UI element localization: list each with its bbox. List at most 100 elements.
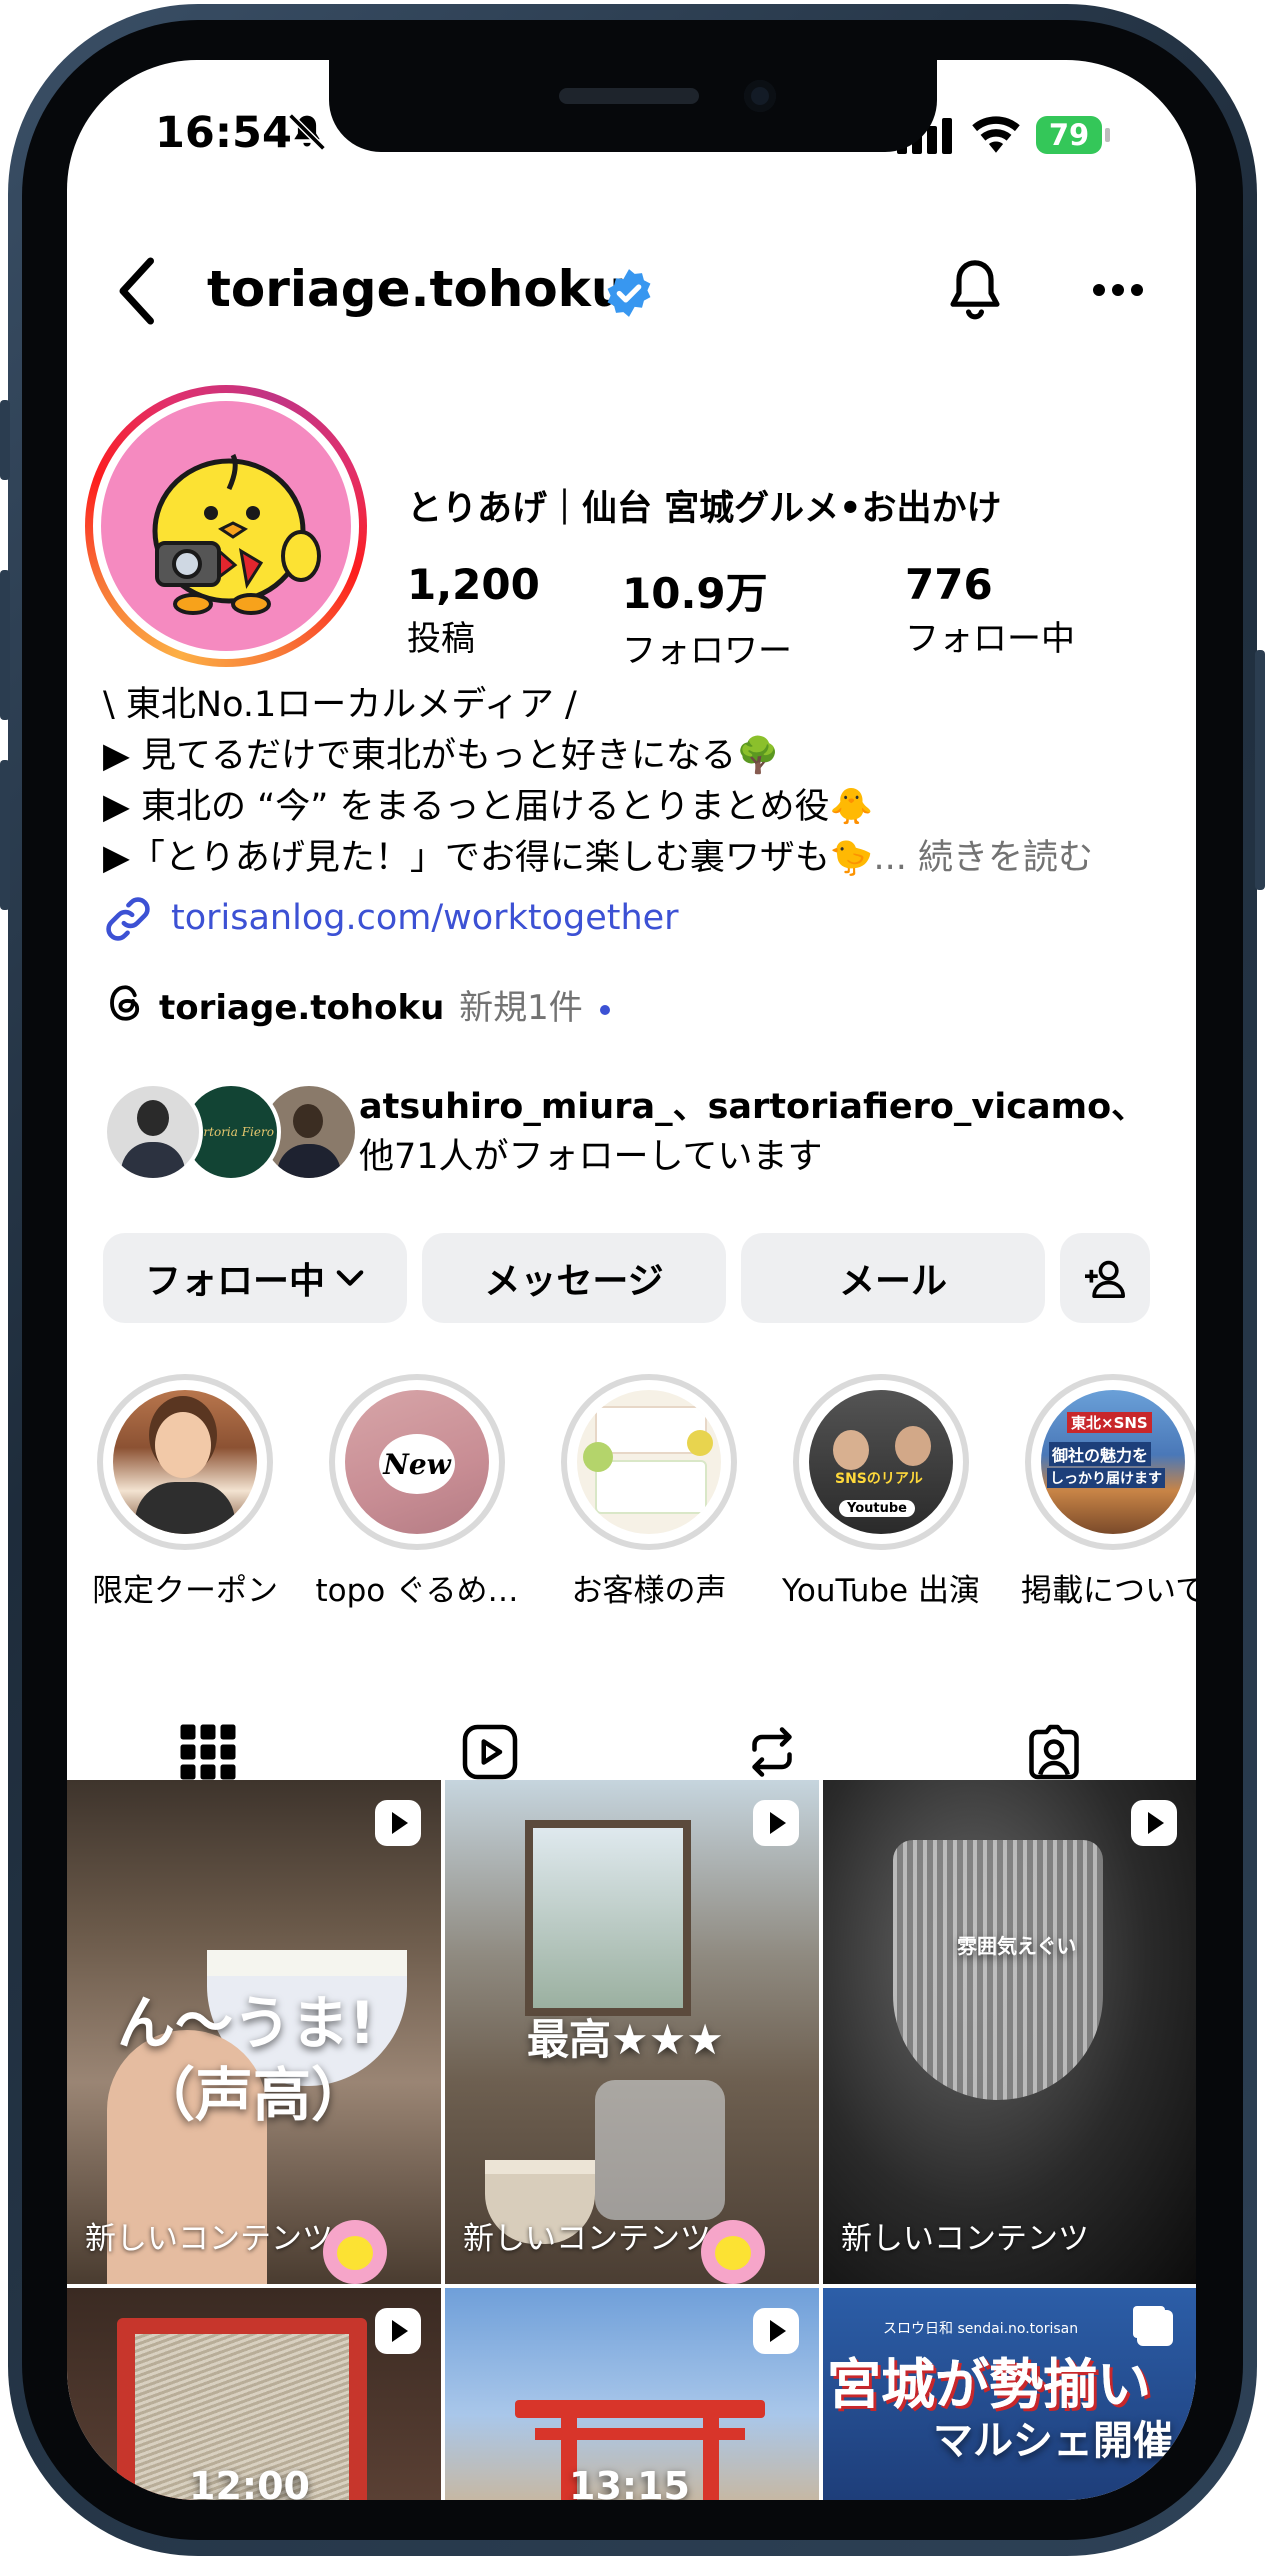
highlight-youtube[interactable]: SNSのリアル Youtube <box>793 1374 969 1550</box>
person-body <box>277 1144 341 1178</box>
post-overlay-text: 最高★★★ <box>527 2015 724 2064</box>
highlight-coupon[interactable] <box>97 1374 273 1550</box>
stat-followers[interactable]: 10.9万 フォロワー <box>622 560 792 672</box>
highlight-overlay-text: しっかり届けます <box>1047 1468 1165 1488</box>
person-body <box>121 1142 185 1178</box>
youtube-badge-text: Youtube <box>847 1501 907 1516</box>
post-tile[interactable]: 13:15 <box>445 2288 819 2500</box>
new-badge: New <box>379 1434 455 1494</box>
highlight-topo[interactable]: New <box>329 1374 505 1550</box>
leaf <box>687 1430 713 1456</box>
post-caption: 新しいコンテンツ <box>85 2221 333 2257</box>
side-button <box>0 760 10 910</box>
highlight-overlay-text: 御社の魅力を <box>1049 1442 1152 1466</box>
followed-by-line: atsuhiro_miura_、sartoriafiero_vicamo、 <box>359 1087 1147 1127</box>
avatar-image <box>101 401 351 651</box>
card <box>595 1460 707 1514</box>
bio-line: ▶「とりあげ見た！」でお得に楽しむ裏ワザも🐤 <box>103 838 874 878</box>
mutual-avatar <box>103 1082 203 1182</box>
followed-by-text[interactable]: atsuhiro_miura_、sartoriafiero_vicamo、 他7… <box>359 1082 1146 1182</box>
side-button <box>0 570 10 720</box>
bio: \ 東北No.1ローカルメディア / ▶ 見てるだけで東北がもっと好きになる🌳 … <box>103 680 1093 884</box>
following-button-label: フォロー中 <box>144 1261 325 1302</box>
battery-indicator: 79 <box>1036 116 1102 154</box>
person-head <box>293 1104 323 1138</box>
highlight-label: 掲載について <box>1021 1573 1196 1609</box>
post-overlay-text: （声高） <box>137 2061 370 2129</box>
highlight-overlay-text: 東北×SNS <box>1067 1412 1152 1433</box>
person-head <box>155 1412 211 1478</box>
header-username[interactable]: toriage.tohoku <box>207 260 627 318</box>
add-person-icon <box>1085 1260 1125 1298</box>
highlight-label: 限定クーポン <box>92 1573 278 1609</box>
post-time: 13:15 <box>569 2464 690 2500</box>
email-button-label: メール <box>838 1261 947 1302</box>
screen: 16:54 79 toriage.tohoku とりあげ｜仙台 宮城グルメ•お出… <box>67 60 1196 2500</box>
stat-posts-value: 1,200 <box>407 560 540 609</box>
multi-post-icon <box>1137 2310 1173 2346</box>
highlight-label: topo ぐるめ… <box>315 1573 519 1609</box>
highlight-image: SNSのリアル Youtube <box>809 1390 953 1534</box>
stat-following-value: 776 <box>905 560 993 609</box>
back-arrow-icon[interactable] <box>113 256 163 326</box>
highlight-overlay-text: SNSのリアル <box>835 1471 923 1487</box>
post-caption: 新しいコンテンツ <box>841 2221 1089 2257</box>
person-head <box>137 1100 169 1136</box>
person-body <box>135 1482 235 1534</box>
chandelier <box>893 1840 1103 2100</box>
status-time: 16:54 <box>155 108 292 158</box>
post-caption: 新しいコンテンツ <box>463 2221 711 2257</box>
bell-slash-icon <box>288 113 326 151</box>
profile-link[interactable]: torisanlog.com/worktogether <box>171 898 679 938</box>
dripper <box>595 2080 725 2220</box>
bio-line: ▶ 東北の “今” をまるっと届けるとりまとめ役🐥 <box>103 787 874 827</box>
stat-posts[interactable]: 1,200 投稿 <box>407 560 540 660</box>
bio-line: ▶ 見てるだけで東北がもっと好きになる🌳 <box>103 736 780 776</box>
email-button[interactable]: メール <box>741 1233 1045 1323</box>
speaker <box>559 88 699 104</box>
notch <box>329 60 937 152</box>
threads-new: 新規1件 <box>459 988 583 1028</box>
stat-followers-value: 10.9万 <box>622 569 768 618</box>
profile-avatar[interactable] <box>85 385 367 667</box>
window <box>525 1820 691 2016</box>
post-time: 12:00 <box>189 2464 310 2500</box>
more-options-icon[interactable] <box>1091 280 1145 300</box>
threads-handle: toriage.tohoku <box>159 988 445 1028</box>
highlight-image <box>113 1390 257 1534</box>
side-button <box>1255 650 1265 890</box>
highlight-customer-voice[interactable] <box>561 1374 737 1550</box>
repost-icon <box>752 1727 792 1777</box>
display-name: とりあげ｜仙台 宮城グルメ•お出かけ <box>407 489 1002 529</box>
add-person-button[interactable] <box>1060 1233 1150 1323</box>
grid-icon <box>180 1724 236 1780</box>
bio-read-more[interactable]: ... 続きを読む <box>874 838 1094 878</box>
leaf <box>583 1442 613 1472</box>
threads-dot <box>599 1004 610 1015</box>
stat-following[interactable]: 776 フォロー中 <box>905 560 1075 660</box>
chevron-down-icon <box>336 1270 364 1286</box>
reel-icon <box>375 2308 421 2354</box>
post-overlay-text: マルシェ開催 <box>933 2418 1173 2464</box>
person-head <box>895 1426 931 1466</box>
front-camera <box>744 80 776 112</box>
post-tile[interactable]: スロウ日和 sendai.no.torisan 宮城が勢揃い マルシェ開催 <box>823 2288 1196 2500</box>
reel-icon <box>375 1800 421 1846</box>
reel-icon <box>1131 1800 1177 1846</box>
threads-badge[interactable]: toriage.tohoku 新規1件 <box>159 980 610 1029</box>
post-tile[interactable]: 最高★★★ 新しいコンテンツ <box>445 1780 819 2284</box>
verified-badge-icon <box>607 269 651 317</box>
following-button[interactable]: フォロー中 <box>103 1233 407 1323</box>
stat-posts-label: 投稿 <box>407 619 475 659</box>
post-tile[interactable]: ん〜うま! （声高） 新しいコンテンツ <box>67 1780 441 2284</box>
highlight-listing[interactable]: 東北×SNS 御社の魅力を しっかり届けます <box>1025 1374 1196 1550</box>
battery-percent: 79 <box>1048 118 1090 152</box>
tagged-person-icon <box>1029 1724 1079 1780</box>
message-button[interactable]: メッセージ <box>422 1233 726 1323</box>
post-tile[interactable]: 雰囲気えぐい 新しいコンテンツ <box>823 1780 1196 2284</box>
new-badge-text: New <box>383 1447 451 1481</box>
collab-avatar <box>323 2220 387 2284</box>
highlight-image: New <box>345 1390 489 1534</box>
post-tile[interactable]: 12:00 <box>67 2288 441 2500</box>
notification-bell-icon[interactable] <box>944 256 1006 324</box>
